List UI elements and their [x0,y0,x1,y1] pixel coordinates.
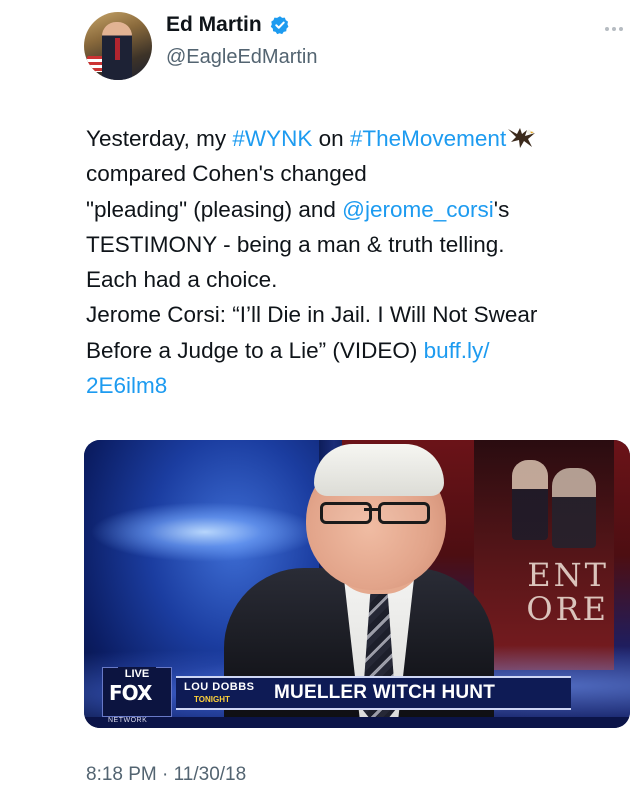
tweet-text-line: Yesterday, my #WYNK on #TheMovement [86,121,631,156]
verified-badge-icon [270,16,289,35]
headline-text: MUELLER WITCH HUNT [274,682,496,703]
author-name-row: Ed Martin [166,13,290,37]
tweet-text-line: Before a Judge to a Lie” (VIDEO) buff.ly… [86,333,631,368]
more-dot [605,27,609,31]
poster-figure [552,468,596,548]
more-dot [619,27,623,31]
tweet: Ed Martin @EagleEdMartin Yesterday, my #… [0,0,639,804]
more-dot [612,27,616,31]
avatar[interactable] [84,12,152,80]
live-label: LIVE [118,667,156,681]
tweet-text-segment: TESTIMONY - being a man & truth telling. [86,231,505,257]
url-link[interactable]: 2E6ilm8 [86,373,167,398]
hashtag-link[interactable]: #TheMovement [350,126,506,151]
show-name: LOU DOBBS [184,681,255,693]
mention-link[interactable]: @jerome_corsi [342,197,494,222]
hair [314,444,444,496]
author-display-name[interactable]: Ed Martin [166,13,262,37]
tweet-text-line: 2E6ilm8 [86,368,631,403]
avatar-tie [115,38,120,60]
tweet-text-segment: 's [493,196,510,222]
eagle-emoji-icon [508,128,536,148]
hashtag-link[interactable]: #WYNK [232,126,312,151]
more-options-icon[interactable] [605,27,623,31]
tweet-video-thumbnail[interactable]: ENT ORE LIVE FOX LOU DOBBS TONIGHT MUELL… [84,440,630,728]
network-logo-text: FOX [109,681,152,705]
ticker-bar [84,717,630,728]
tweet-text-segment: Jerome Corsi: “I’ll Die in Jail. I Will … [86,302,538,328]
tweet-text-segment: Each had a choice. [86,267,278,293]
tweet-text-segment: compared Cohen's changed [86,161,367,187]
show-subtitle: TONIGHT [194,695,230,704]
tweet-text-segment: on [312,126,350,151]
tweet-text-line: "pleading" (pleasing) and @jerome_corsi'… [86,192,631,227]
tweet-text-line: compared Cohen's changed [86,156,631,191]
tweet-text-line: TESTIMONY - being a man & truth telling. [86,227,631,262]
tweet-text-line: Jerome Corsi: “I’ll Die in Jail. I Will … [86,297,631,332]
tweet-text-line: Each had a choice. [86,262,631,297]
tv-lower-third: LIVE FOX LOU DOBBS TONIGHT MUELLER WITCH… [84,665,630,728]
tweet-text-segment: "pleading" (pleasing) and [86,196,343,222]
tweet-text-segment: Yesterday, my [86,126,233,151]
author-handle[interactable]: @EagleEdMartin [166,46,317,69]
network-subtitle: NETWORK [108,717,148,724]
tweet-text-segment: Before a Judge to a Lie” (VIDEO) [86,337,424,363]
tweet-text: Yesterday, my #WYNK on #TheMovement compa… [86,121,631,403]
glasses [314,502,444,526]
url-link[interactable]: buff.ly/ [424,338,490,363]
tweet-timestamp[interactable]: 8:18 PM · 11/30/18 [86,764,246,786]
